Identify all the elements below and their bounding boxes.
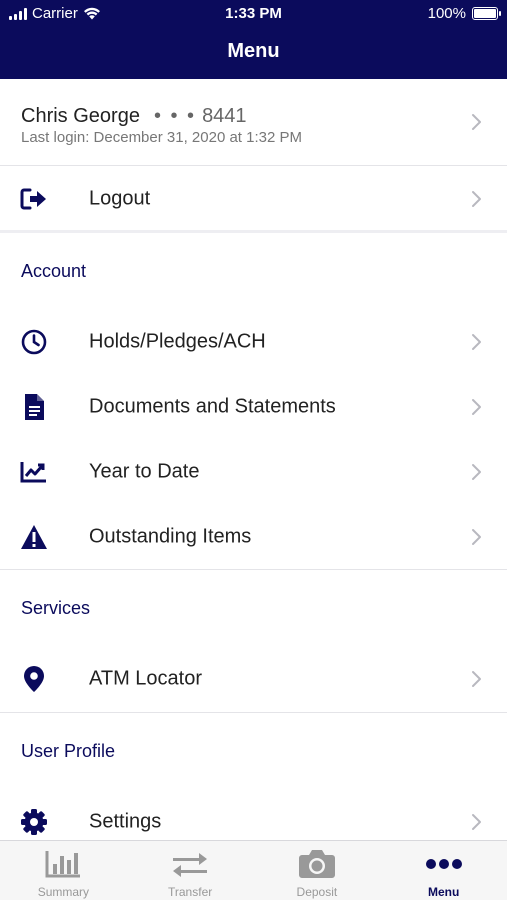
menu-item-label: Year to Date bbox=[89, 460, 200, 483]
map-pin-icon bbox=[20, 665, 48, 693]
user-name-line: Chris George • • • 8441 bbox=[21, 105, 247, 128]
chevron-right-icon bbox=[472, 191, 481, 207]
section-divider bbox=[0, 569, 507, 570]
logout-icon bbox=[20, 185, 48, 213]
menu-item-label: Outstanding Items bbox=[89, 525, 252, 548]
transfer-arrows-icon bbox=[170, 849, 210, 879]
chevron-right-icon bbox=[472, 399, 481, 415]
menu-item-label: ATM Locator bbox=[89, 667, 202, 690]
tab-label: Menu bbox=[427, 885, 460, 899]
account-suffix: 8441 bbox=[202, 105, 247, 127]
menu-item-atm-locator[interactable]: ATM Locator bbox=[0, 649, 507, 709]
menu-item-settings[interactable]: Settings bbox=[0, 792, 507, 840]
last-login: Last login: December 31, 2020 at 1:32 PM bbox=[21, 129, 303, 146]
logout-row[interactable]: Logout bbox=[0, 169, 507, 229]
camera-icon bbox=[297, 849, 337, 879]
logout-label: Logout bbox=[89, 187, 151, 210]
tab-label: Summary bbox=[37, 885, 90, 899]
section-divider bbox=[0, 230, 507, 233]
tab-deposit[interactable]: Deposit bbox=[254, 841, 381, 900]
menu-item-holds[interactable]: Holds/Pledges/ACH bbox=[0, 312, 507, 372]
menu-item-documents[interactable]: Documents and Statements bbox=[0, 377, 507, 437]
chevron-right-icon bbox=[472, 529, 481, 545]
tab-summary[interactable]: Summary bbox=[0, 841, 127, 900]
menu-item-label: Settings bbox=[89, 810, 162, 833]
page-title: Menu bbox=[227, 40, 280, 62]
chevron-right-icon bbox=[472, 814, 481, 830]
user-account-row[interactable]: Chris George • • • 8441 Last login: Decemb… bbox=[0, 79, 507, 166]
tab-bar: Summary Transfer Deposit Menu bbox=[0, 840, 507, 900]
menu-item-label: Documents and Statements bbox=[89, 395, 336, 418]
menu-item-label: Holds/Pledges/ACH bbox=[89, 330, 266, 353]
warning-icon bbox=[20, 523, 48, 551]
chevron-right-icon bbox=[472, 671, 481, 687]
status-bar: Carrier 1:33 PM 100% bbox=[0, 0, 507, 30]
tab-menu[interactable]: Menu bbox=[380, 841, 507, 900]
battery-icon bbox=[472, 7, 501, 20]
section-divider bbox=[0, 712, 507, 713]
tab-transfer[interactable]: Transfer bbox=[127, 841, 254, 900]
more-dots-icon bbox=[424, 849, 464, 879]
tab-label: Transfer bbox=[168, 885, 213, 899]
document-icon bbox=[20, 393, 48, 421]
section-title-user-profile: User Profile bbox=[21, 741, 116, 761]
chevron-right-icon bbox=[472, 334, 481, 350]
tab-label: Deposit bbox=[296, 885, 338, 899]
menu-item-year-to-date[interactable]: Year to Date bbox=[0, 442, 507, 502]
section-title-services: Services bbox=[21, 598, 91, 618]
menu-item-outstanding[interactable]: Outstanding Items bbox=[0, 507, 507, 567]
chart-line-icon bbox=[20, 458, 48, 486]
chevron-right-icon bbox=[472, 464, 481, 480]
status-right: 100% bbox=[427, 5, 501, 22]
user-name: Chris George bbox=[21, 105, 140, 127]
bar-chart-icon bbox=[43, 849, 83, 879]
clock-icon bbox=[20, 328, 48, 356]
chevron-right-icon bbox=[472, 114, 481, 130]
menu-content[interactable]: Chris George • • • 8441 Last login: Decemb… bbox=[0, 79, 507, 840]
battery-percent: 100% bbox=[427, 5, 466, 22]
top-bar: Carrier 1:33 PM 100% Menu bbox=[0, 0, 507, 79]
section-title-account: Account bbox=[21, 261, 87, 281]
gear-icon bbox=[20, 808, 48, 836]
masked-dots: • • • bbox=[153, 105, 197, 127]
